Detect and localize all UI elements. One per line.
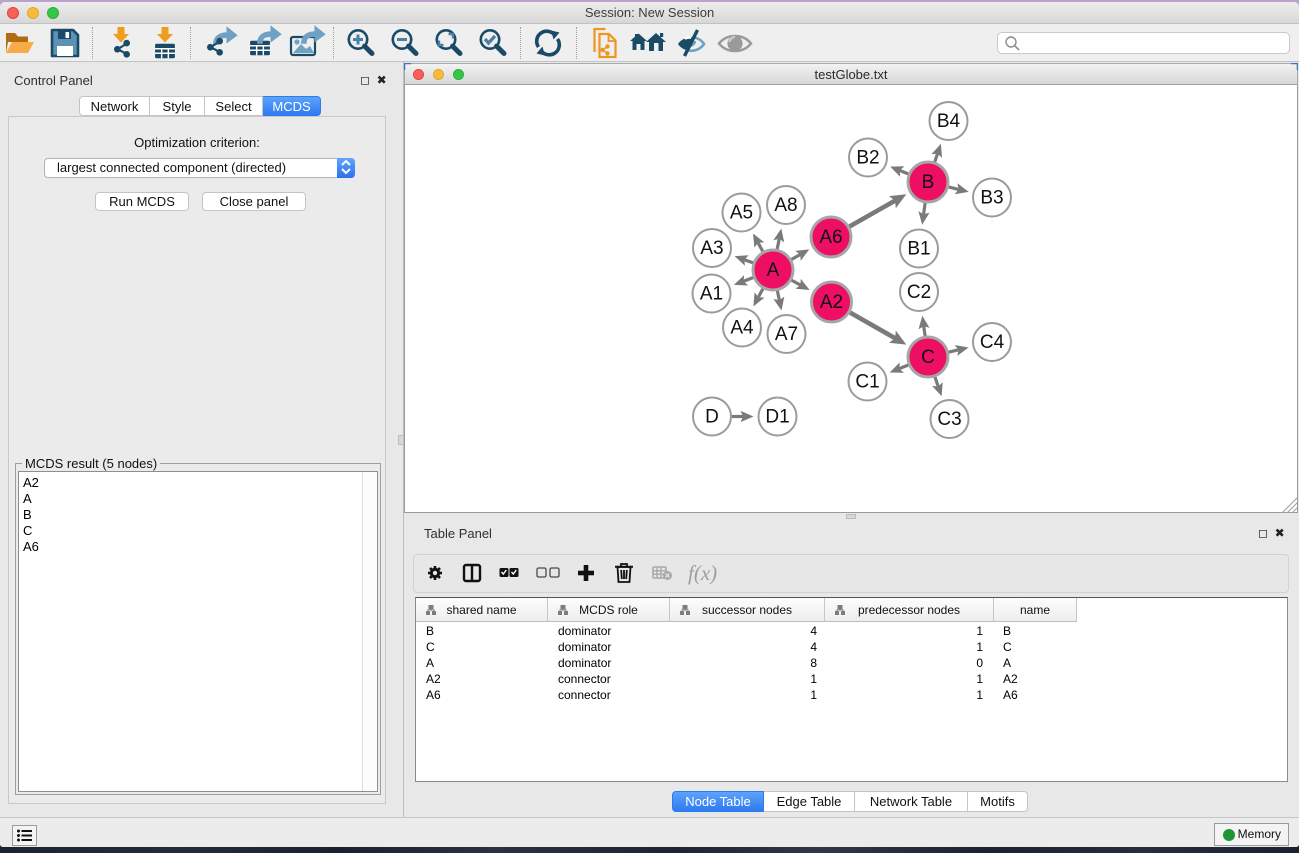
svg-text:f(x): f(x) [688, 561, 717, 585]
svg-text:A2: A2 [820, 292, 843, 313]
svg-text:C3: C3 [937, 409, 961, 430]
svg-text:A8: A8 [774, 195, 797, 216]
svg-text:B2: B2 [856, 148, 879, 169]
svg-text:A5: A5 [730, 203, 753, 224]
svg-text:B4: B4 [937, 111, 961, 132]
svg-text:B3: B3 [980, 188, 1003, 209]
svg-text:D: D [705, 407, 719, 428]
svg-text:A3: A3 [700, 238, 723, 259]
svg-text:A: A [767, 260, 780, 281]
svg-text:C1: C1 [855, 372, 879, 393]
svg-text:C2: C2 [907, 282, 931, 303]
svg-text:D1: D1 [765, 407, 789, 428]
svg-text:C: C [921, 347, 935, 368]
svg-text:B1: B1 [907, 239, 930, 260]
svg-text:C4: C4 [980, 332, 1005, 353]
svg-text:A7: A7 [775, 324, 798, 345]
svg-text:A1: A1 [700, 284, 723, 305]
svg-text:A6: A6 [819, 227, 842, 248]
svg-text:A4: A4 [730, 318, 754, 339]
svg-text:B: B [922, 172, 935, 193]
